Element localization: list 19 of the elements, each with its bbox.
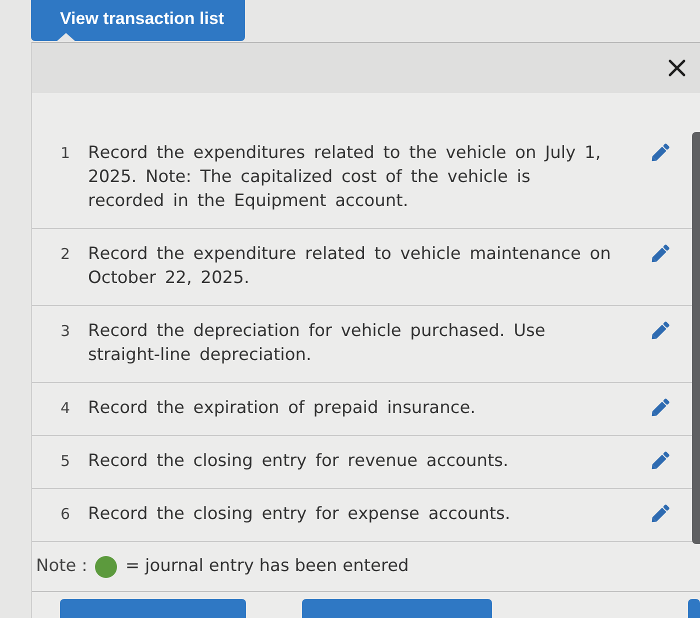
- note-label: Note :: [36, 555, 88, 578]
- transaction-description: Record the expenditures related to the vehicle on July 1, 2025. Note: The capitalized cost of the vehicle is recorded in the Equipment account.: [88, 142, 602, 213]
- row-number: 4: [59, 398, 71, 419]
- view-transaction-list-tab[interactable]: View transaction list: [31, 0, 245, 41]
- scrollbar-thumb[interactable]: [692, 132, 700, 544]
- note-text: = journal entry has been entered: [125, 555, 409, 578]
- row-number: 2: [59, 244, 71, 265]
- status-dot-icon: [95, 556, 118, 578]
- transaction-description: Record the expenditure related to vehicle maintenance on October 22, 2025.: [88, 243, 612, 290]
- transaction-description: Record the depreciation for vehicle purchased. Use straight-line depreciation.: [88, 320, 546, 367]
- close-icon: [668, 59, 686, 77]
- row-number: 3: [59, 321, 71, 342]
- row-number: 6: [59, 504, 71, 525]
- transaction-description: Record the closing entry for expense accounts.: [88, 503, 512, 526]
- close-button[interactable]: [668, 59, 686, 77]
- transaction-description: Record the expiration of prepaid insurance.: [88, 397, 477, 420]
- row-number: 5: [59, 451, 71, 472]
- transaction-description: Record the closing entry for revenue accounts.: [88, 450, 510, 473]
- row-number: 1: [59, 143, 71, 164]
